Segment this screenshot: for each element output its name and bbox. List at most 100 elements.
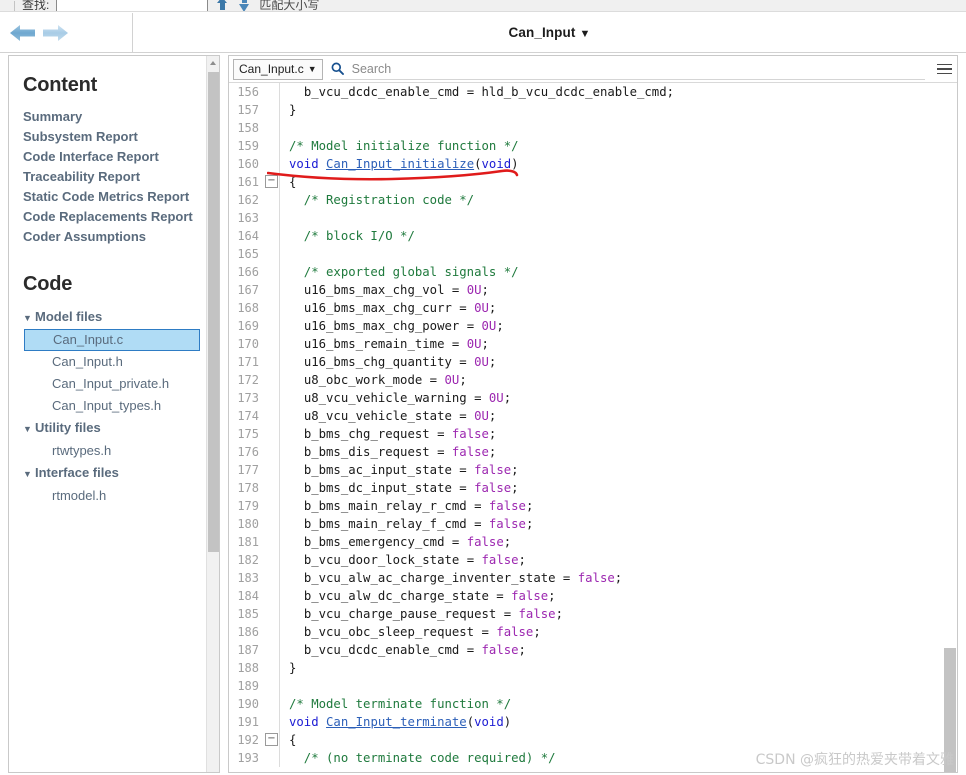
sidebar-item-coder-assumptions[interactable]: Coder Assumptions [23,227,208,247]
content-heading: Content [23,74,98,96]
gutter-divider [279,335,280,353]
back-arrow-icon[interactable] [8,21,38,45]
sidebar-scrollbar[interactable] [206,56,219,772]
code-line-text: u16_bms_max_chg_vol = 0U; [303,283,489,297]
chevron-down-icon: ▼ [307,64,317,74]
gutter-divider [279,353,280,371]
find-input[interactable] [56,0,209,11]
line-number: 160 [237,157,259,171]
tree-group-label: Interface files [35,465,119,480]
code-line-text: u8_vcu_vehicle_state = 0U; [303,409,497,423]
code-line: 165 [229,245,957,263]
gutter-divider [279,713,280,731]
sidebar-item-summary[interactable]: Summary [23,107,208,127]
chevron-down-icon: ▼ [579,28,591,40]
gutter-divider [279,209,280,227]
code-line-text: u16_bms_max_chg_power = 0U; [303,319,504,333]
code-line: 187 b_vcu_dcdc_enable_cmd = false; [229,641,957,659]
gutter-divider [279,731,280,749]
code-line: 164 /* block I/O */ [229,227,957,245]
document-title-region: Can_Input ▼ [133,13,966,52]
line-number: 181 [237,535,259,549]
tree-file-rtmodel-h[interactable]: rtmodel.h [23,485,208,507]
code-line-text: { [289,733,297,747]
sidebar-item-subsystem-report[interactable]: Subsystem Report [23,127,208,147]
code-line: 181 b_bms_emergency_cmd = false; [229,533,957,551]
code-line-text: /* block I/O */ [289,229,415,243]
gutter-divider [279,443,280,461]
code-line-text: b_bms_main_relay_f_cmd = false; [303,517,534,531]
code-fold-toggle-icon[interactable] [263,173,279,191]
code-line: 157} [229,101,957,119]
scroll-up-arrow-icon[interactable] [207,56,219,70]
code-line: 166 /* exported global signals */ [229,263,957,281]
tree-group-interface-files[interactable]: ▼ Interface files [23,462,208,485]
tree-group-label: Utility files [35,420,101,435]
tree-file-can-input-c[interactable]: Can_Input.c [24,329,200,351]
sidebar-item-code-interface-report[interactable]: Code Interface Report [23,147,208,167]
hamburger-menu-icon[interactable] [931,56,957,82]
line-number: 180 [237,517,259,531]
code-line: 159 /* Model initialize function */ [229,137,957,155]
search-input[interactable] [349,60,925,77]
content-link-list: Summary Subsystem Report Code Interface … [23,107,208,247]
code-line: 170 u16_bms_remain_time = 0U; [229,335,957,353]
gutter-divider [279,497,280,515]
code-line: 184 b_vcu_alw_dc_charge_state = false; [229,587,957,605]
code-line: 168 u16_bms_max_chg_curr = 0U; [229,299,957,317]
code-line: 175 b_bms_chg_request = false; [229,425,957,443]
tree-group-model-files[interactable]: ▼ Model files [23,306,208,329]
page-title[interactable]: Can_Input ▼ [509,25,591,40]
search-area[interactable] [330,59,925,80]
code-line-text: } [289,103,297,117]
arrow-up-icon[interactable] [215,0,230,11]
sidebar-scrollbar-thumb[interactable] [208,72,219,552]
code-line-text: b_vcu_alw_dc_charge_state = false; [303,589,556,603]
arrow-down-icon[interactable] [237,0,252,11]
gutter-divider [279,407,280,425]
line-number: 167 [237,283,259,297]
tree-file-can-input-h[interactable]: Can_Input.h [23,351,208,373]
code-line: 172 u8_obc_work_mode = 0U; [229,371,957,389]
gutter-divider [279,299,280,317]
tree-file-can-input-types-h[interactable]: Can_Input_types.h [23,395,208,417]
code-panel: Can_Input.c ▼ 156 b_vcu_dcdc_enable_cmd … [228,55,958,773]
code-scrollbar[interactable] [943,83,957,772]
gutter-divider [279,515,280,533]
code-line-text: u16_bms_max_chg_curr = 0U; [303,301,497,315]
tree-group-utility-files[interactable]: ▼ Utility files [23,417,208,440]
gutter-divider [279,479,280,497]
code-line-text: /* Model terminate function */ [289,697,512,711]
file-selector-dropdown[interactable]: Can_Input.c ▼ [233,58,323,80]
code-heading: Code [23,273,73,295]
code-line: 176 b_bms_dis_request = false; [229,443,957,461]
line-number: 176 [237,445,259,459]
line-number: 164 [237,229,259,243]
tree-file-rtwtypes-h[interactable]: rtwtypes.h [23,440,208,462]
sidebar-item-traceability-report[interactable]: Traceability Report [23,167,208,187]
code-line-text: b_vcu_obc_sleep_request = false; [303,625,541,639]
match-case-label[interactable]: 匹配大小写 [259,0,319,11]
code-line-text: u16_bms_remain_time = 0U; [303,337,489,351]
line-number: 158 [237,121,259,135]
sidebar-item-static-code-metrics-report[interactable]: Static Code Metrics Report [23,187,208,207]
line-number: 190 [237,697,259,711]
sidebar-item-code-replacements-report[interactable]: Code Replacements Report [23,207,208,227]
forward-arrow-icon[interactable] [40,21,70,45]
code-line-text: /* Registration code */ [289,193,475,207]
code-fold-toggle-icon[interactable] [263,731,279,749]
code-editor[interactable]: 156 b_vcu_dcdc_enable_cmd = hld_b_vcu_dc… [229,83,957,772]
tree-file-can-input-private-h[interactable]: Can_Input_private.h [23,373,208,395]
code-line: 185 b_vcu_charge_pause_request = false; [229,605,957,623]
gutter-divider [279,461,280,479]
